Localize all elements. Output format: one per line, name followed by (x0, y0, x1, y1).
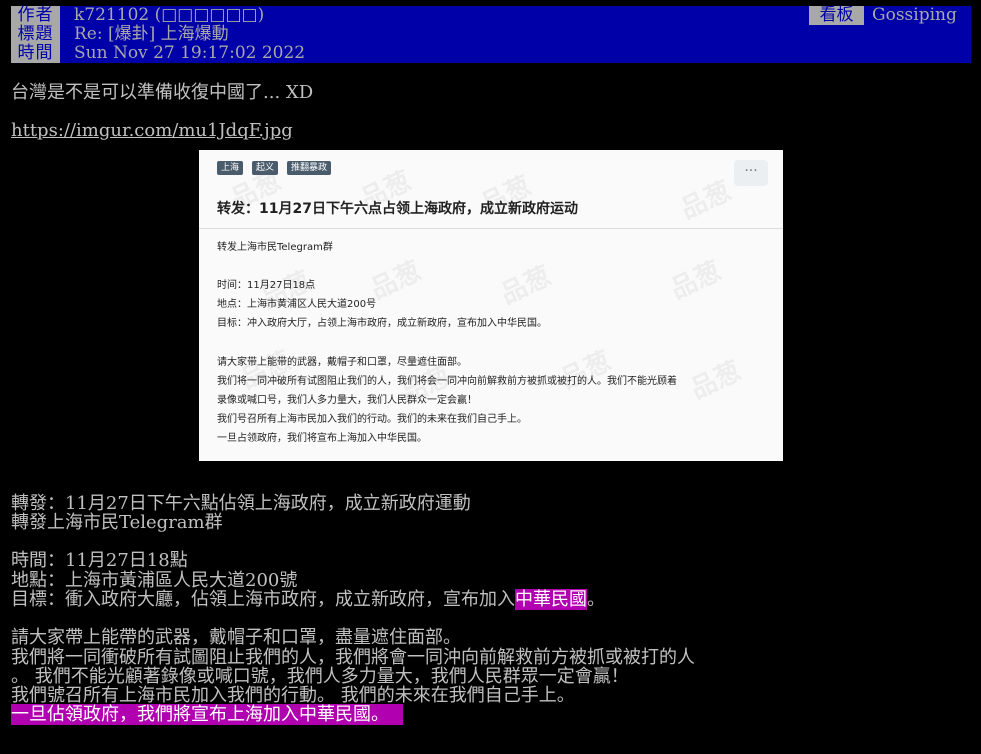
author-label: 作者 (11, 6, 60, 25)
translation-line: 目標：衝入政府大廳，佔領上海市政府，成立新政府，宣布加入中華民國。 (11, 589, 605, 610)
watermark: 品葱 (676, 176, 736, 226)
translation-line: 我們將一同衝破所有試圖阻止我們的人，我們將會一同沖向前解救前方被抓或被打的人 (11, 647, 695, 668)
tag: 上海 (217, 161, 244, 175)
image-link[interactable]: https://imgur.com/mu1JdqF.jpg (11, 120, 293, 141)
image-text-line: 目标：冲入政府大厅，占领上海市政府，成立新政府，宣布加入中华民国。 (217, 318, 547, 329)
watermark: 品葱 (496, 261, 556, 311)
image-text-line: 我们号召所有上海市民加入我们的行动。我们的未来在我们自己手上。 (217, 414, 527, 425)
image-link-line: https://imgur.com/mu1JdqF.jpg (11, 121, 293, 141)
image-text-line: 请大家带上能带的武器，戴帽子和口罩，尽量遮住面部。 (217, 357, 467, 368)
tag: 起义 (252, 161, 279, 175)
translation-line: 。 我們不能光顧著錄像或喊口號，我們人多力量大，我們人民群眾一定會贏！ (11, 666, 629, 687)
image-text-line: 转发上海市民Telegram群 (217, 242, 333, 253)
translation-line: 我們號召所有上海市民加入我們的行動。 我們的未來在我們自己手上。 (11, 685, 575, 706)
board-label: 看板 (809, 6, 864, 25)
translation-text: 目標：衝入政府大廳，佔領上海市政府，成立新政府，宣布加入 (11, 589, 515, 610)
author-value: k721102 (□□□□□□) (74, 5, 265, 25)
image-text-line: 一旦占领政府，我们将宣布上海加入中华民国。 (217, 433, 427, 444)
more-icon: ··· (734, 160, 768, 186)
highlight-last-line: 一旦佔領政府，我們將宣布上海加入中華民國。 (11, 704, 403, 725)
image-post-title: 转发：11月27日下午六点占领上海政府，成立新政府运动 (217, 201, 578, 217)
highlight-roc: 中華民國 (515, 589, 587, 610)
post-first-line: 台灣是不是可以準備收復中國了... XD (11, 82, 314, 103)
translation-line: 轉發：11月27日下午六點佔領上海政府，成立新政府運動 (11, 493, 471, 514)
watermark: 品葱 (686, 356, 746, 406)
image-text-line: 地点：上海市黄浦区人民大道200号 (217, 299, 377, 310)
tag: 推翻暴政 (287, 161, 332, 175)
translation-line: 轉發上海市民Telegram群 (11, 512, 223, 533)
post-header: 作者 k721102 (□□□□□□) 標題 Re: [爆卦] 上海爆動 時間 … (11, 6, 971, 63)
translation-line: 地點：上海市黃浦區人民大道200號 (11, 570, 298, 591)
image-text-line: 时间：11月27日18点 (217, 280, 316, 291)
divider (199, 228, 783, 229)
time-value: Sun Nov 27 19:17:02 2022 (74, 43, 306, 63)
translation-line: 請大家帶上能帶的武器，戴帽子和口罩，盡量遮住面部。 (11, 627, 461, 648)
title-label: 標題 (11, 25, 60, 44)
embedded-image: 品葱 品葱 品葱 品葱 品葱 品葱 品葱 品葱 品葱 品葱 品葱 品葱 上海 起… (199, 150, 783, 461)
watermark: 品葱 (666, 256, 726, 306)
translation-line: 時間：11月27日18點 (11, 550, 188, 571)
time-label: 時間 (11, 44, 60, 63)
translation-line: 一旦佔領政府，我們將宣布上海加入中華民國。 (11, 704, 403, 725)
image-text-line: 录像或喊口号，我们人多力量大，我们人民群众一定会赢！ (217, 395, 477, 406)
board-name: Gossiping (872, 5, 957, 25)
image-text-line: 我们将一同冲破所有试图阻止我们的人，我们将会一同冲向前解救前方被抓或被打的人。我… (217, 376, 677, 387)
translation-text: 。 (587, 589, 605, 610)
title-value: Re: [爆卦] 上海爆動 (74, 24, 229, 44)
